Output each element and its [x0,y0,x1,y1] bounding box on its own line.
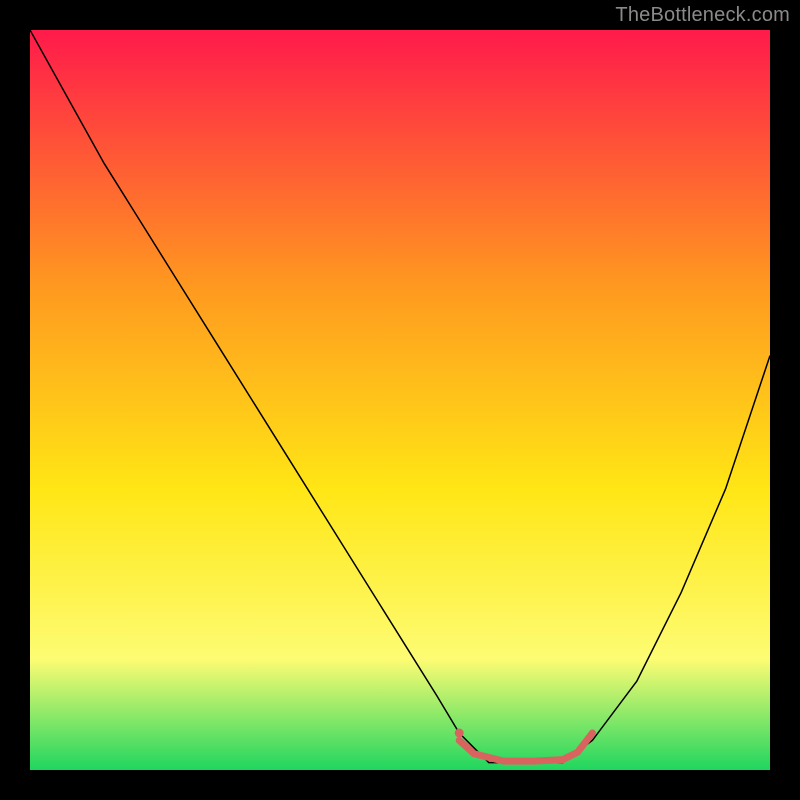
optimal-start-dot [455,729,464,738]
watermark-text: TheBottleneck.com [615,4,790,27]
chart-background [30,30,770,770]
chart-frame: TheBottleneck.com [0,0,800,800]
plot-area [30,30,770,770]
chart-svg [30,30,770,770]
